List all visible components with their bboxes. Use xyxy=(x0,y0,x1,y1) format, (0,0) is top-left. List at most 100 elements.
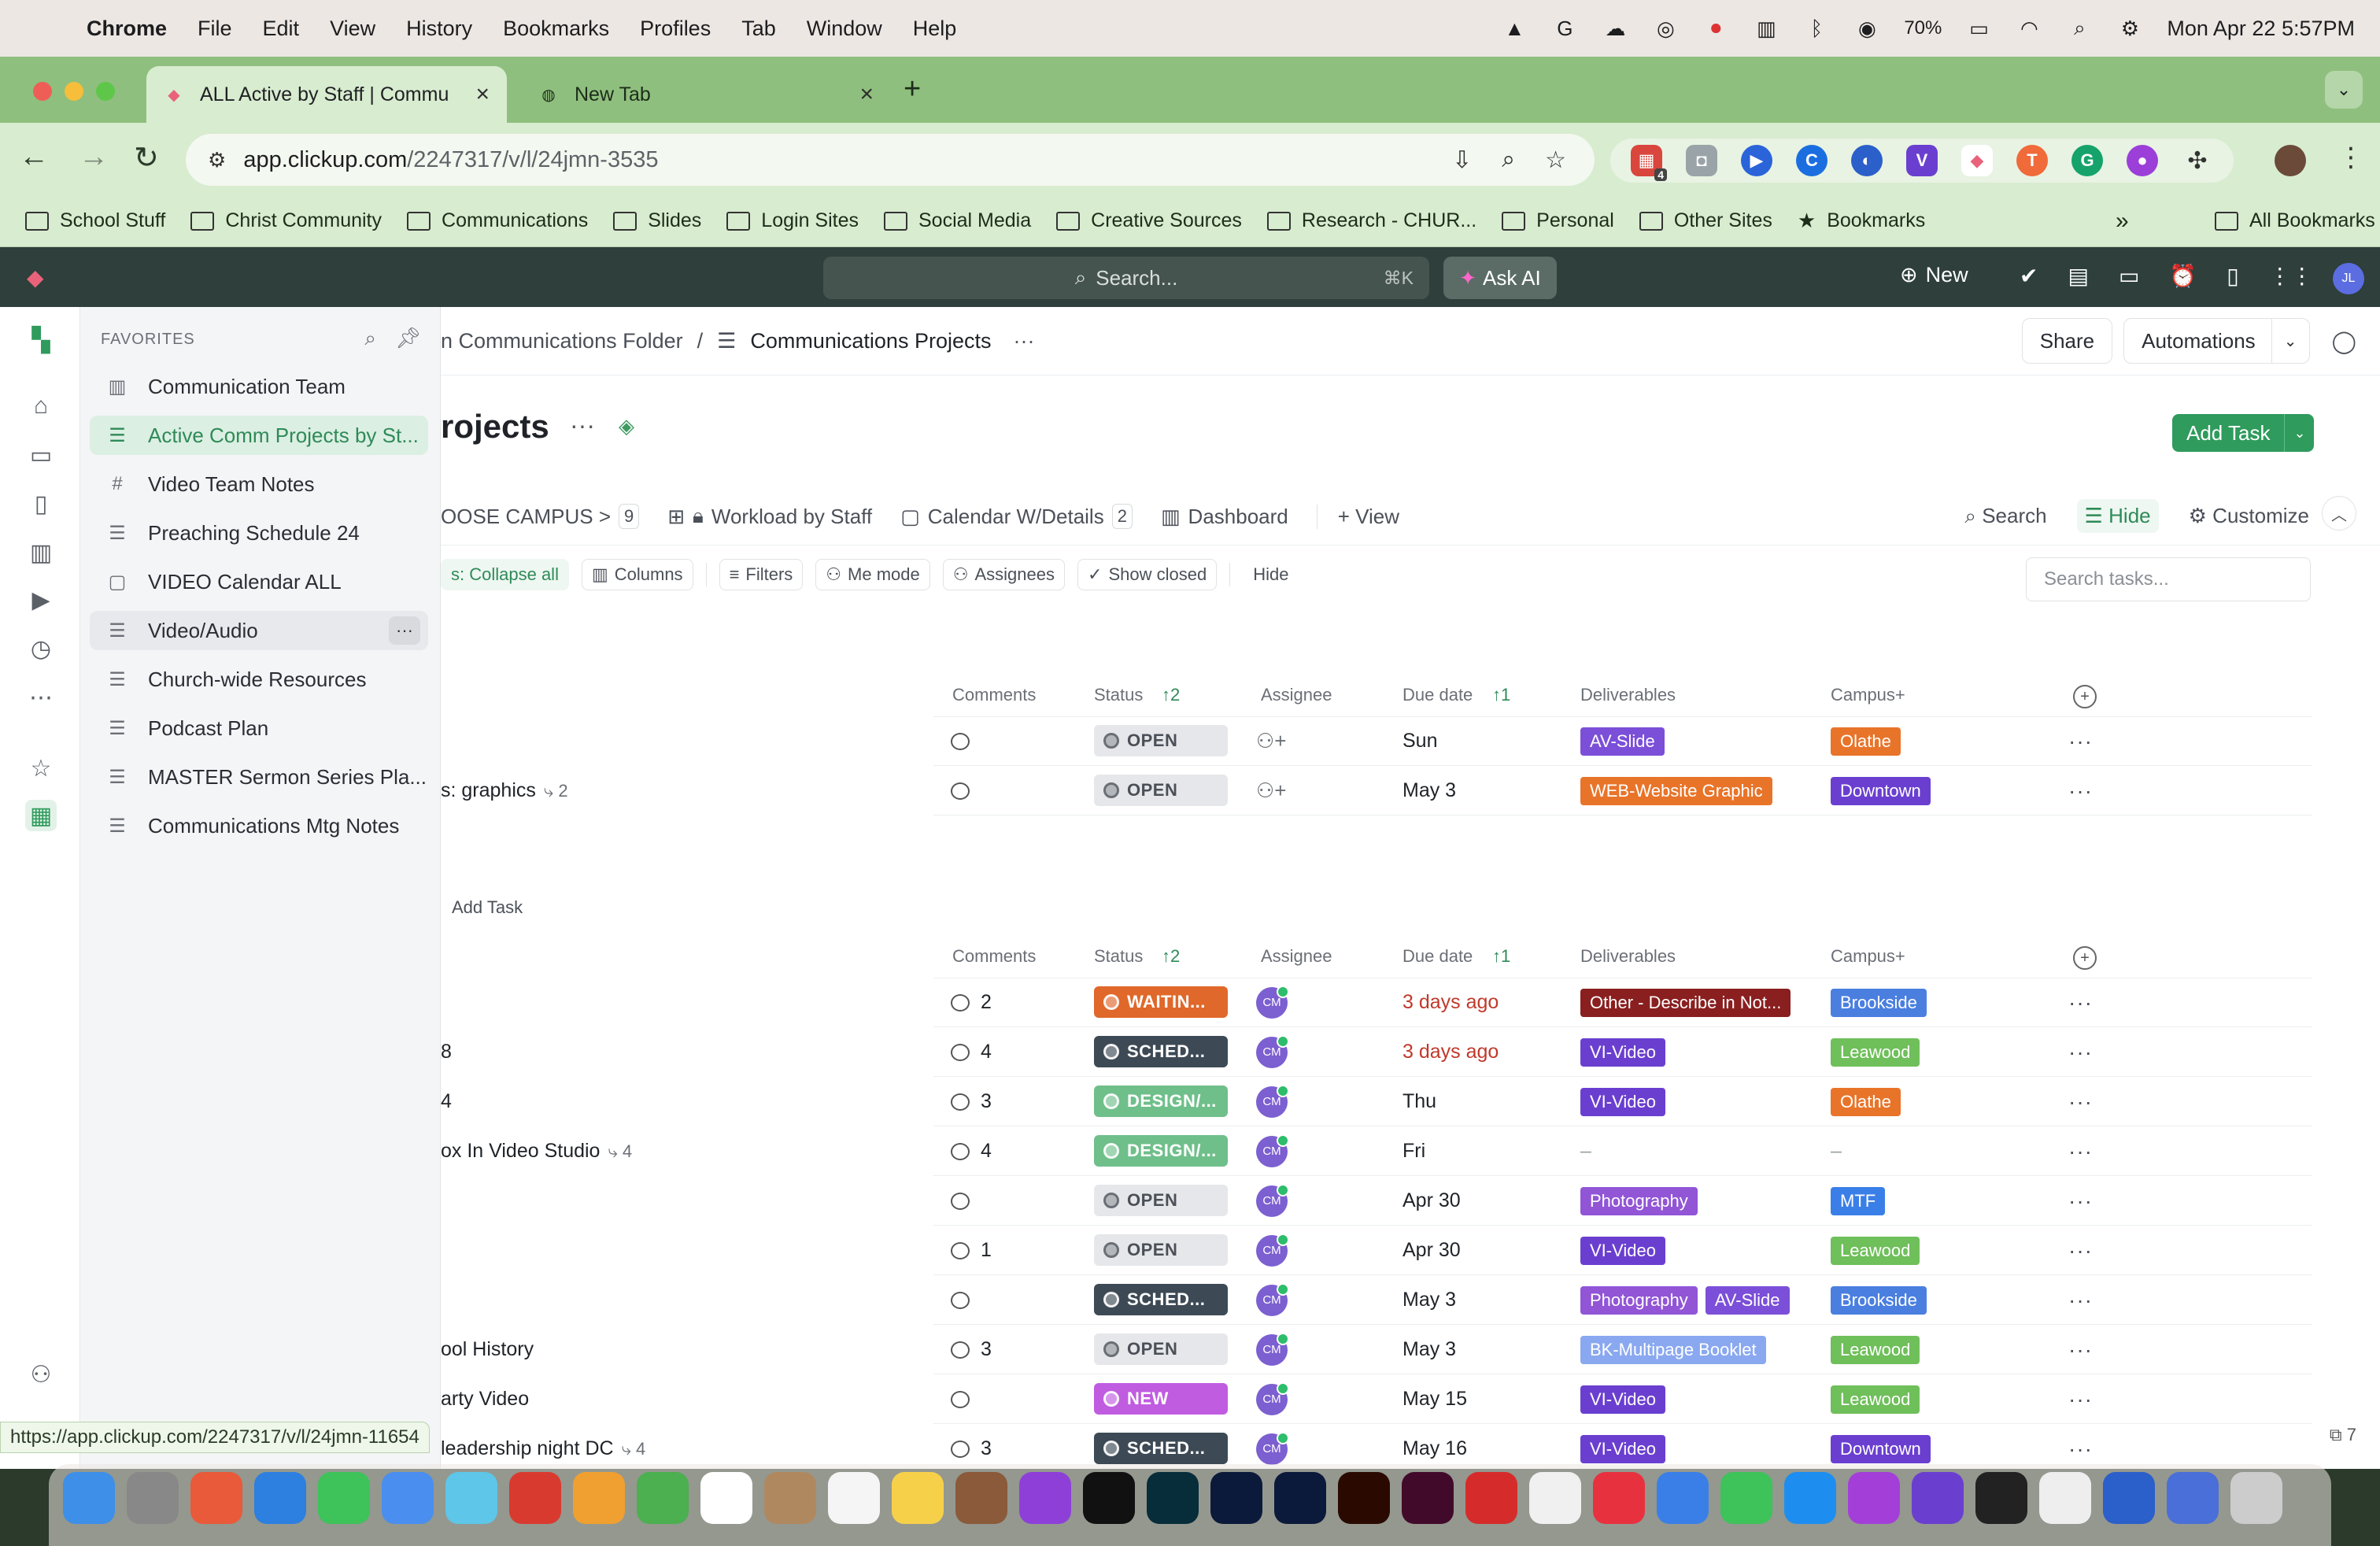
status-badge[interactable]: SCHED... xyxy=(1094,1036,1228,1067)
collapse-header-icon[interactable]: ︿ xyxy=(2322,496,2356,531)
campus-tag[interactable]: Downtown xyxy=(1831,776,1931,805)
clickup-logo-icon[interactable]: ◆ xyxy=(27,264,52,290)
window-close-button[interactable] xyxy=(33,82,52,101)
task-name[interactable]: ox In Video Studio ⤷ 4 xyxy=(441,1126,632,1176)
assignee-cell[interactable]: CM xyxy=(1256,1424,1289,1469)
search-tasks-input[interactable] xyxy=(2026,557,2311,601)
column-deliverables[interactable]: Deliverables xyxy=(1580,946,1676,967)
bookmark-star-icon[interactable]: ☆ xyxy=(1545,146,1566,174)
loom-extension-icon[interactable]: ▶ xyxy=(1741,145,1772,176)
menu-help[interactable]: Help xyxy=(913,17,957,41)
avatar[interactable]: CM xyxy=(1256,1084,1289,1118)
apps-grid-icon[interactable]: ⋮⋮ xyxy=(2269,263,2313,289)
dock-app-icon[interactable] xyxy=(2167,1472,2219,1524)
bluetooth-icon[interactable]: ᛒ xyxy=(1803,15,1830,42)
comments-cell[interactable] xyxy=(951,1275,981,1325)
comments-cell[interactable] xyxy=(951,766,981,816)
status-badge[interactable]: OPEN xyxy=(1094,1333,1228,1365)
tab-new-tab[interactable]: ◍ New Tab × xyxy=(521,66,891,123)
dock-app-icon[interactable] xyxy=(63,1472,115,1524)
dock-app-icon[interactable] xyxy=(2103,1472,2155,1524)
row-more-icon[interactable]: ··· xyxy=(2068,1374,2093,1424)
deliverable-tag[interactable]: VI-Video xyxy=(1580,1236,1665,1265)
campus-cell[interactable]: Leawood xyxy=(1831,1027,1920,1077)
address-bar[interactable]: ⚙ app.clickup.com /2247317/v/l/24jmn-353… xyxy=(186,134,1595,186)
favorite-item[interactable]: ☰ Preaching Schedule 24 xyxy=(90,513,428,553)
dock-app-icon[interactable] xyxy=(1975,1472,2027,1524)
status-badge[interactable]: OPEN xyxy=(1094,775,1228,806)
deliverables-cell[interactable]: VI-Video xyxy=(1580,1027,1665,1077)
search-icon[interactable]: ⌕ xyxy=(364,326,376,351)
favorite-item[interactable]: ▢ VIDEO Calendar ALL xyxy=(90,562,428,601)
status-badge[interactable]: DESIGN/... xyxy=(1094,1135,1228,1167)
favorite-item[interactable]: ☰ Podcast Plan xyxy=(90,708,428,748)
avatar[interactable]: CM xyxy=(1256,1183,1289,1217)
favorite-item[interactable]: ☰ MASTER Sermon Series Pla... xyxy=(90,757,428,797)
v-extension-icon[interactable]: V xyxy=(1906,145,1938,176)
assignee-cell[interactable]: CM xyxy=(1256,1325,1289,1374)
bookmarks-overflow-button[interactable]: » xyxy=(2116,208,2129,235)
window-zoom-button[interactable] xyxy=(96,82,115,101)
bookmark-folder[interactable]: School Stuff xyxy=(25,209,165,232)
avatar[interactable]: CM xyxy=(1256,1332,1289,1366)
airdrop-icon[interactable]: ◉ xyxy=(1853,15,1880,42)
column-due-date[interactable]: Due date xyxy=(1402,946,1473,967)
due-date[interactable]: 3 days ago xyxy=(1402,1027,1499,1077)
due-date[interactable]: Apr 30 xyxy=(1402,1226,1461,1275)
dock-app-icon[interactable] xyxy=(1720,1472,1772,1524)
due-date[interactable]: May 3 xyxy=(1402,766,1456,816)
spaces-icon[interactable]: ▦ xyxy=(25,800,57,831)
campus-cell[interactable]: Olathe xyxy=(1831,1077,1901,1126)
table-row[interactable]: SCHED... CM May 3 Photography AV-Slide Brooks… xyxy=(441,1275,2380,1325)
deliverables-cell[interactable]: VI-Video xyxy=(1580,1077,1665,1126)
assignee-cell[interactable]: CM xyxy=(1256,1077,1289,1126)
subtask-count[interactable]: ⤷ 4 xyxy=(622,1439,646,1459)
assignee-cell[interactable]: ⚇+ xyxy=(1256,716,1287,766)
deliverable-tag[interactable]: VI-Video xyxy=(1580,1385,1665,1414)
dock-app-icon[interactable] xyxy=(1083,1472,1135,1524)
grammarly-extension-icon[interactable]: G xyxy=(2071,145,2103,176)
chevron-down-icon[interactable]: ⌄ xyxy=(2271,319,2309,363)
table-row[interactable]: ox In Video Studio ⤷ 4 4 DESIGN/... CM Fri – – ·… xyxy=(441,1126,2380,1176)
ask-ai-button[interactable]: ✦ Ask AI xyxy=(1443,257,1557,299)
forward-arrow-icon[interactable]: → xyxy=(79,140,109,174)
notepad-icon[interactable]: ▤ xyxy=(2068,263,2088,289)
avatar[interactable]: CM xyxy=(1256,1233,1289,1267)
bookmark-folder[interactable]: Social Media xyxy=(884,209,1031,232)
campus-tag[interactable]: Brookside xyxy=(1831,988,1927,1017)
status-sort-indicator[interactable]: ↑2 xyxy=(1162,946,1180,967)
more-options-icon[interactable]: ··· xyxy=(389,616,420,645)
home-icon[interactable]: ⌂ xyxy=(25,390,57,422)
row-more-icon[interactable]: ··· xyxy=(2068,1126,2093,1176)
deliverables-cell[interactable]: VI-Video xyxy=(1580,1226,1665,1275)
purple-extension-icon[interactable]: ● xyxy=(2127,145,2158,176)
tab-search-chevron-icon[interactable]: ⌄ xyxy=(2325,71,2363,109)
puzzle-extensions-icon[interactable]: ✣ xyxy=(2182,145,2213,176)
comments-cell[interactable]: 1 xyxy=(951,1226,992,1275)
video-record-icon[interactable]: ▭ xyxy=(2119,263,2139,289)
column-status[interactable]: Status xyxy=(1094,946,1143,967)
add-column-icon[interactable]: + xyxy=(2073,946,2097,970)
apple-menu-icon[interactable] xyxy=(31,13,63,44)
table-row[interactable]: OPEN CM Apr 30 Photography MTF ··· xyxy=(441,1176,2380,1226)
dock-app-icon[interactable] xyxy=(1912,1472,1964,1524)
spotlight-search-icon[interactable]: ⌕ xyxy=(2066,15,2093,42)
menu-tab[interactable]: Tab xyxy=(741,17,776,41)
breadcrumb-more-button[interactable]: ··· xyxy=(1014,329,1035,353)
column-deliverables[interactable]: Deliverables xyxy=(1580,685,1676,705)
view-search-button[interactable]: ⌕ Search xyxy=(1964,504,2046,529)
deliverables-cell[interactable]: VI-Video xyxy=(1580,1374,1665,1424)
campus-cell[interactable]: Leawood xyxy=(1831,1374,1920,1424)
row-more-icon[interactable]: ··· xyxy=(2068,1325,2093,1374)
deliverables-cell[interactable]: – xyxy=(1580,1126,1591,1176)
chrome-menu-icon[interactable]: ⋮ xyxy=(2338,142,2364,173)
install-app-icon[interactable]: ⇩ xyxy=(1452,146,1472,174)
comments-cell[interactable] xyxy=(951,1374,981,1424)
new-item-button[interactable]: ⊕ New xyxy=(1900,263,1968,287)
tab-dashboard[interactable]: ▥ Dashboard xyxy=(1161,505,1288,529)
assignee-cell[interactable]: CM xyxy=(1256,1226,1289,1275)
customize-button[interactable]: ⚙ Customize xyxy=(2189,504,2309,528)
dock-app-icon[interactable] xyxy=(828,1472,880,1524)
breadcrumb-current[interactable]: Communications Projects xyxy=(750,329,991,353)
due-sort-indicator[interactable]: ↑1 xyxy=(1492,946,1510,967)
